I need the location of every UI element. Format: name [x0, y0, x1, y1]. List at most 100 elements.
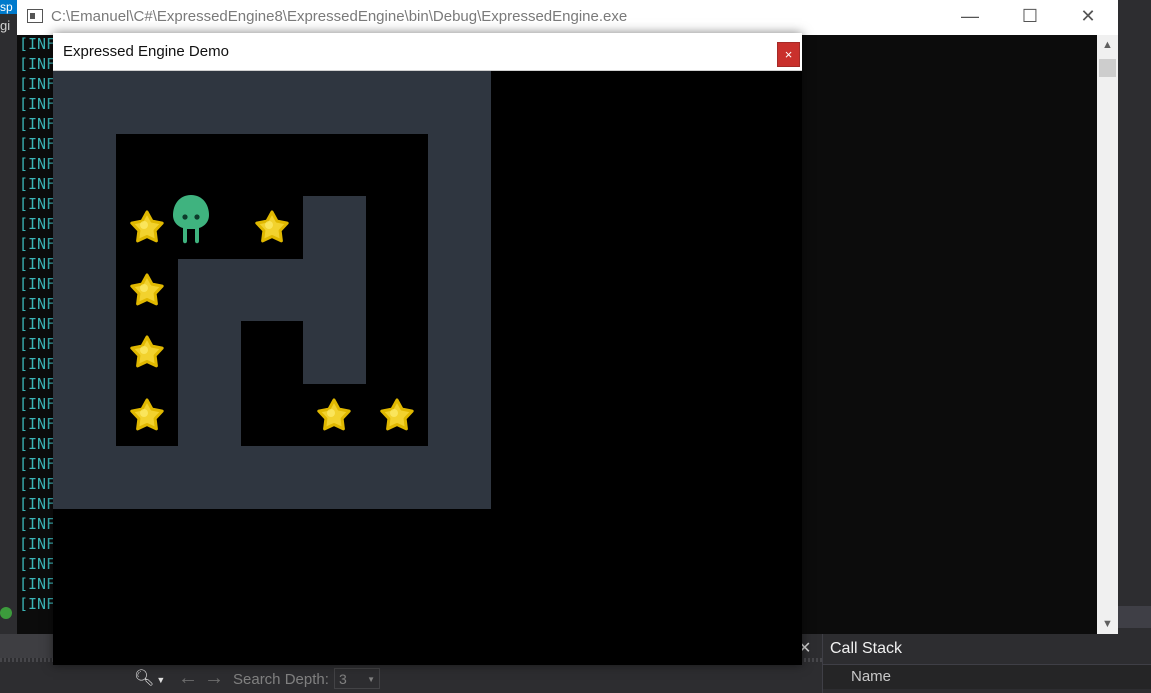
log-line: [INF [19, 355, 56, 373]
log-line: [INF [19, 195, 56, 213]
wall-tile [178, 71, 241, 134]
wall-tile [303, 71, 366, 134]
log-line: [INF [19, 255, 56, 273]
search-icon[interactable]: 🔍︎ ▼ [134, 668, 168, 690]
chevron-down-icon: ▼ [367, 675, 375, 684]
search-depth-label: Search Depth: [233, 671, 329, 688]
wall-tile [115, 71, 178, 134]
wall-tile [428, 321, 491, 384]
wall-tile [428, 383, 491, 446]
log-line: [INF [19, 575, 56, 593]
log-line: [INF [19, 135, 56, 153]
ide-tab-fragment[interactable]: sp [0, 0, 18, 14]
game-playfield[interactable] [53, 71, 802, 665]
wall-tile [303, 321, 366, 384]
scroll-thumb[interactable] [1099, 59, 1116, 77]
star-icon [130, 210, 164, 244]
star-icon [130, 398, 164, 432]
log-line: [INF [19, 175, 56, 193]
star-icon [317, 398, 351, 432]
log-line: [INF [19, 115, 56, 133]
log-line: [INF [19, 555, 56, 573]
wall-tile [428, 196, 491, 259]
console-titlebar[interactable]: C:\Emanuel\C#\ExpressedEngine8\Expressed… [17, 0, 1118, 33]
log-line: [INF [19, 335, 56, 353]
log-line: [INF [19, 535, 56, 553]
star-icon [255, 210, 289, 244]
wall-tile [53, 258, 116, 321]
log-line: [INF [19, 475, 56, 493]
search-depth-value: 3 [339, 671, 347, 687]
ide-text-fragment: gi [0, 18, 11, 33]
ide-left-panel: sp gi [0, 0, 18, 693]
column-header-name[interactable]: Name [851, 668, 891, 685]
log-line: [INF [19, 315, 56, 333]
log-line: [INF [19, 155, 56, 173]
wall-tile [240, 71, 303, 134]
log-line: [INF [19, 215, 56, 233]
wall-tile [53, 321, 116, 384]
wall-tile [53, 196, 116, 259]
call-stack-title[interactable]: Call Stack [830, 640, 902, 658]
log-line: [INF [19, 455, 56, 473]
log-line: [INF [19, 595, 56, 613]
wall-tile [303, 446, 366, 509]
console-app-icon [27, 9, 43, 23]
ide-right-strip [1118, 606, 1151, 628]
wall-tile [240, 446, 303, 509]
arrow-right-icon[interactable]: → [204, 667, 224, 690]
log-line: [INF [19, 515, 56, 533]
wall-tile [365, 71, 428, 134]
log-line: [INF [19, 75, 56, 93]
log-line: [INF [19, 275, 56, 293]
wall-tile [178, 383, 241, 446]
log-line: [INF [19, 435, 56, 453]
close-button[interactable]: ✕ [1065, 0, 1111, 33]
wall-tile [53, 446, 116, 509]
scroll-up-icon[interactable]: ▲ [1097, 35, 1118, 55]
log-line: [INF [19, 295, 56, 313]
game-close-button[interactable]: × [777, 42, 800, 67]
wall-tile [240, 258, 303, 321]
wall-tile [303, 258, 366, 321]
wall-tile [178, 446, 241, 509]
log-line: [INF [19, 375, 56, 393]
log-line: [INF [19, 395, 56, 413]
log-line: [INF [19, 35, 56, 53]
log-line: [INF [19, 55, 56, 73]
maximize-button[interactable]: ☐ [1007, 0, 1053, 33]
arrow-left-icon[interactable]: ← [178, 667, 198, 690]
call-stack-panel: Call Stack Name [822, 634, 1151, 693]
wall-tile [53, 383, 116, 446]
log-line: [INF [19, 95, 56, 113]
wall-tile [53, 133, 116, 196]
wall-tile [365, 446, 428, 509]
game-titlebar[interactable]: Expressed Engine Demo × [53, 33, 802, 71]
status-ok-icon [0, 607, 12, 619]
wall-tile [428, 133, 491, 196]
wall-tile [428, 446, 491, 509]
star-icon [130, 335, 164, 369]
console-title: C:\Emanuel\C#\ExpressedEngine8\Expressed… [51, 8, 628, 25]
log-line: [INF [19, 235, 56, 253]
wall-tile [428, 258, 491, 321]
ide-right-panel [1118, 0, 1151, 693]
wall-tile [115, 446, 178, 509]
star-icon [380, 398, 414, 432]
console-scrollbar[interactable]: ▲ ▼ [1097, 35, 1118, 634]
wall-tile [428, 71, 491, 134]
game-title: Expressed Engine Demo [63, 43, 229, 60]
game-window: Expressed Engine Demo × [53, 33, 802, 665]
log-line: [INF [19, 495, 56, 513]
wall-tile [303, 196, 366, 259]
scroll-down-icon[interactable]: ▼ [1097, 614, 1118, 634]
wall-tile [178, 258, 241, 321]
chevron-down-icon[interactable]: ▼ [156, 675, 165, 685]
star-icon [130, 273, 164, 307]
player-character [171, 193, 211, 245]
log-line: [INF [19, 415, 56, 433]
search-depth-select[interactable]: 3 ▼ [334, 668, 380, 689]
call-stack-header: Name [823, 664, 1151, 689]
minimize-button[interactable]: — [947, 0, 993, 33]
wall-tile [178, 321, 241, 384]
